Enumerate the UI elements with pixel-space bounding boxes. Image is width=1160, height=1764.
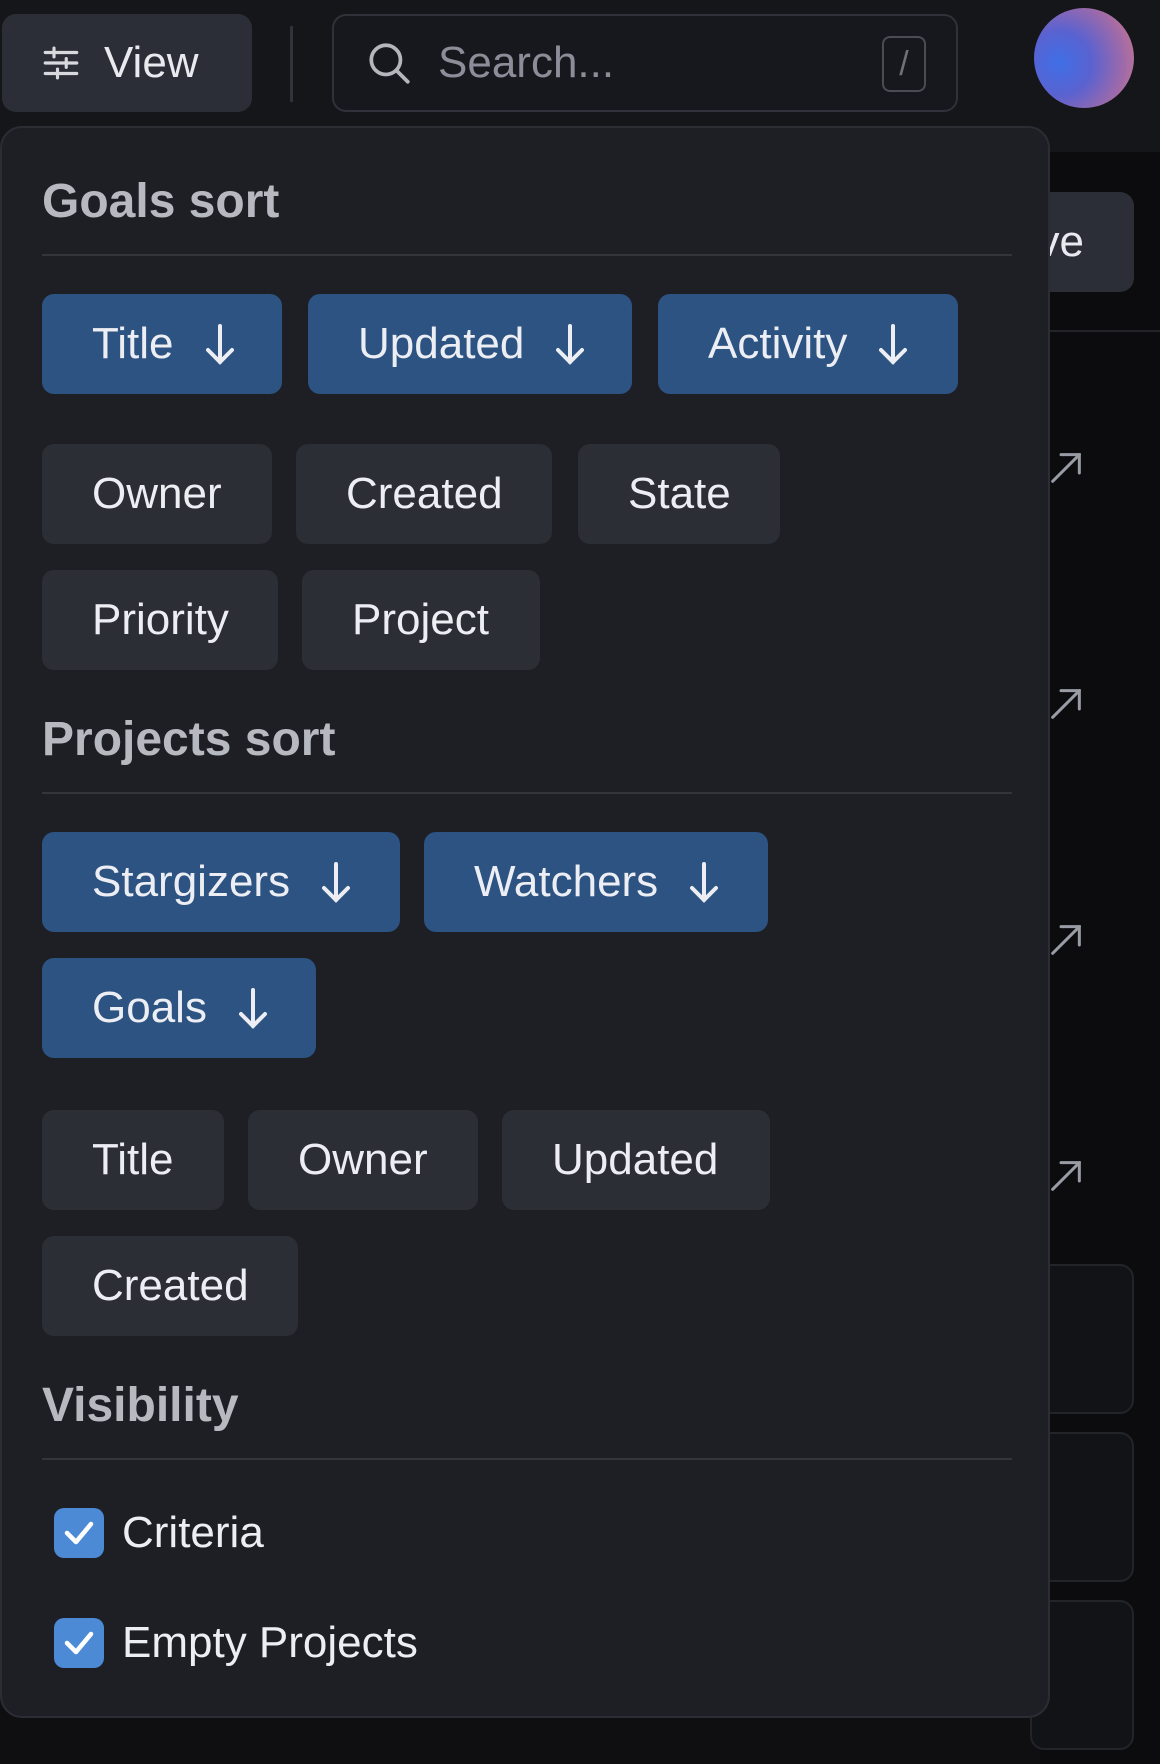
checkmark-icon [64, 1631, 94, 1655]
search-shortcut-key: / [882, 36, 926, 92]
goals-sort-state-chip[interactable]: State [578, 444, 780, 544]
goals-sort-title-chip[interactable]: Title [42, 294, 282, 394]
section-divider [42, 254, 1012, 256]
empty-projects-option[interactable]: Empty Projects [54, 1618, 418, 1668]
search-box[interactable]: / [332, 14, 958, 112]
arrow-down-icon [879, 324, 908, 365]
chip-label: Title [92, 1135, 174, 1184]
section-divider [42, 792, 1012, 794]
chip-label: Project [352, 595, 489, 644]
projects-sort-stargizers-chip[interactable]: Stargizers [42, 832, 400, 932]
projects-sort-updated-chip[interactable]: Updated [502, 1110, 770, 1210]
user-avatar[interactable] [1034, 8, 1134, 108]
external-link-icon[interactable] [1046, 448, 1086, 488]
chip-label: Created [92, 1261, 249, 1310]
chip-label: Created [346, 469, 503, 518]
criteria-label: Criteria [122, 1508, 264, 1557]
goals-sort-heading: Goals sort [42, 175, 280, 228]
view-options-panel: Goals sort Title Updated Activity Owner … [0, 126, 1050, 1718]
view-button[interactable]: View [2, 14, 252, 112]
projects-sort-watchers-chip[interactable]: Watchers [424, 832, 768, 932]
projects-sort-goals-chip[interactable]: Goals [42, 958, 316, 1058]
external-link-icon[interactable] [1046, 684, 1086, 724]
search-input[interactable] [436, 37, 860, 89]
arrow-down-icon [690, 862, 719, 903]
goals-sort-owner-chip[interactable]: Owner [42, 444, 272, 544]
projects-sort-created-chip[interactable]: Created [42, 1236, 298, 1336]
toolbar-divider [290, 26, 293, 102]
chip-label: Goals [92, 983, 207, 1032]
criteria-checkbox[interactable] [54, 1508, 104, 1558]
arrow-down-icon [205, 324, 234, 365]
external-link-icon[interactable] [1046, 1156, 1086, 1196]
chip-label: Activity [708, 319, 848, 368]
criteria-option[interactable]: Criteria [54, 1508, 264, 1558]
external-link-icon[interactable] [1046, 920, 1086, 960]
goals-sort-priority-chip[interactable]: Priority [42, 570, 278, 670]
chip-label: Stargizers [92, 857, 291, 906]
goals-sort-updated-chip[interactable]: Updated [308, 294, 632, 394]
empty-projects-checkbox[interactable] [54, 1618, 104, 1668]
section-divider [42, 1458, 1012, 1460]
arrow-down-icon [322, 862, 351, 903]
arrow-down-icon [238, 988, 267, 1029]
goals-sort-created-chip[interactable]: Created [296, 444, 552, 544]
chip-label: Updated [552, 1135, 719, 1184]
checkmark-icon [64, 1521, 94, 1545]
chip-label: Owner [298, 1135, 428, 1184]
sliders-icon [43, 46, 79, 80]
chip-label: Owner [92, 469, 222, 518]
chip-label: State [628, 469, 731, 518]
search-icon [369, 43, 410, 84]
chip-label: Watchers [474, 857, 659, 906]
projects-sort-heading: Projects sort [42, 713, 336, 766]
arrow-down-icon [556, 324, 585, 365]
projects-sort-title-chip[interactable]: Title [42, 1110, 224, 1210]
background-divider [1040, 330, 1160, 332]
goals-sort-activity-chip[interactable]: Activity [658, 294, 958, 394]
visibility-heading: Visibility [42, 1379, 239, 1432]
goals-sort-project-chip[interactable]: Project [302, 570, 540, 670]
view-button-label: View [104, 38, 199, 87]
chip-label: Title [92, 319, 174, 368]
empty-projects-label: Empty Projects [122, 1618, 418, 1667]
chip-label: Updated [358, 319, 525, 368]
chip-label: Priority [92, 595, 229, 644]
projects-sort-owner-chip[interactable]: Owner [248, 1110, 478, 1210]
